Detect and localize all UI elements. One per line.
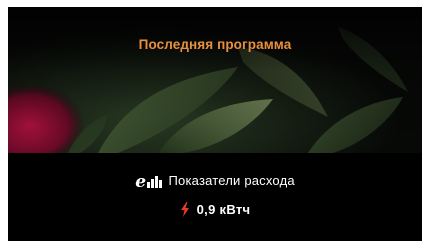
display-panel: Последняя программа e Показатели расхода	[8, 7, 422, 241]
appliance-display-screen: Последняя программа e Показатели расхода	[0, 0, 429, 247]
consumption-indicators-label: Показатели расхода	[168, 172, 295, 188]
consumption-panel: e Показатели расхода 0,9 кВтч	[8, 153, 422, 241]
consumption-indicators-row[interactable]: e Показатели расхода	[8, 171, 422, 191]
food-photo-illustration	[8, 7, 422, 153]
last-program-title: Последняя программа	[138, 37, 292, 52]
program-background-photo: Последняя программа	[8, 7, 422, 153]
lightning-bolt-icon	[180, 202, 190, 217]
energy-consumption-row: 0,9 кВтч	[8, 202, 422, 217]
eco-consumption-icon: e	[135, 171, 162, 191]
energy-consumption-value: 0,9 кВтч	[196, 202, 251, 217]
